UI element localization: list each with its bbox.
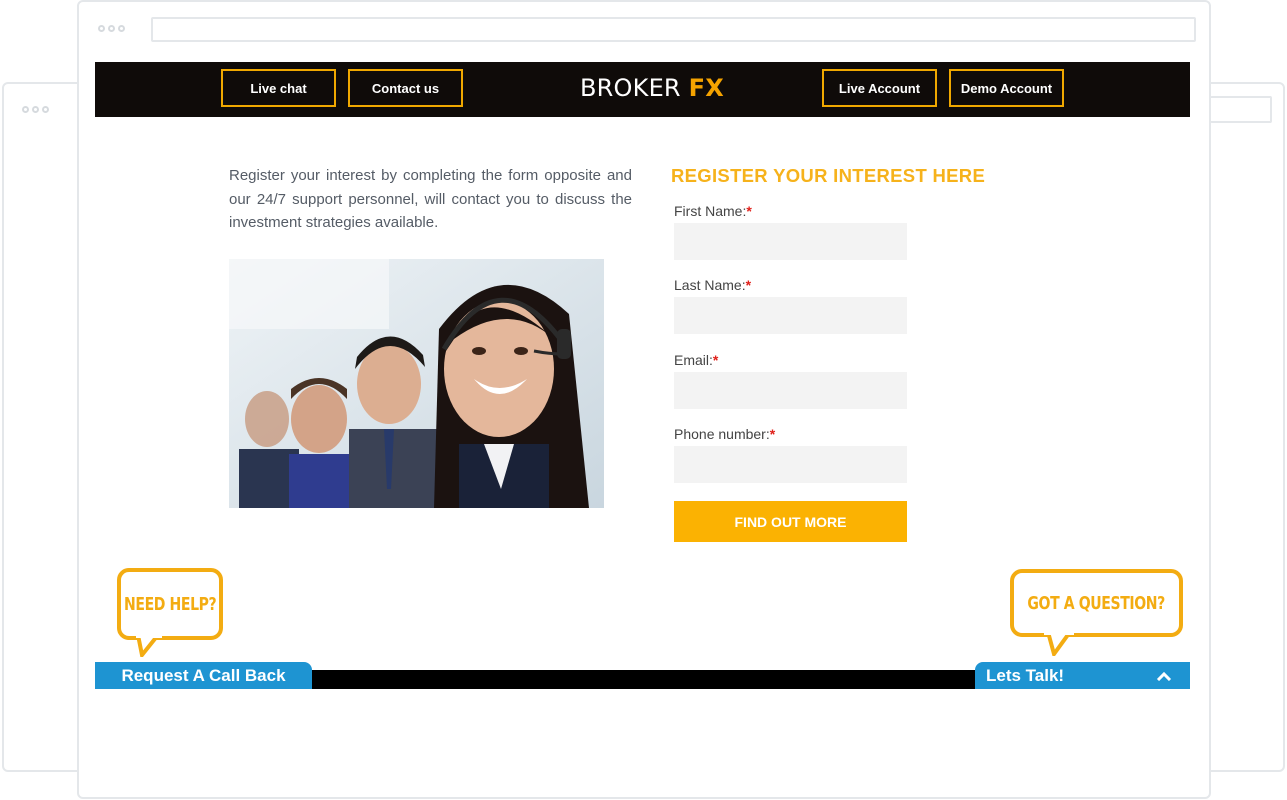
window-dot: [42, 106, 49, 113]
got-a-question-bubble-tail: [1044, 632, 1074, 656]
window-dot: [22, 106, 29, 113]
last-name-label: Last Name:*: [674, 277, 751, 293]
site-header: Live chat Contact us BROKER FX Live Acco…: [95, 62, 1190, 117]
window-controls: [98, 25, 125, 32]
find-out-more-button[interactable]: FIND OUT MORE: [674, 501, 907, 542]
demo-account-button[interactable]: Demo Account: [949, 69, 1064, 107]
address-bar[interactable]: [151, 17, 1196, 42]
required-mark: *: [745, 277, 752, 293]
required-mark: *: [769, 426, 776, 442]
request-a-call-back-tab[interactable]: Request A Call Back: [95, 662, 312, 689]
last-name-label-text: Last Name:: [674, 277, 746, 293]
phone-number-field[interactable]: [674, 446, 907, 483]
got-a-question-bubble[interactable]: GOT A QUESTION?: [1010, 569, 1183, 637]
first-name-field[interactable]: [674, 223, 907, 260]
window-controls-back: [22, 106, 49, 113]
intro-text: Register your interest by completing the…: [229, 167, 632, 231]
phone-number-label: Phone number:*: [674, 426, 775, 442]
contact-us-button[interactable]: Contact us: [348, 69, 463, 107]
first-name-label-text: First Name:: [674, 203, 747, 219]
first-name-label: First Name:*: [674, 203, 752, 219]
window-dot: [98, 25, 105, 32]
live-account-button[interactable]: Live Account: [822, 69, 937, 107]
need-help-bubble[interactable]: NEED HELP?: [117, 568, 223, 640]
live-chat-button[interactable]: Live chat: [221, 69, 336, 107]
form-title: REGISTER YOUR INTEREST HERE: [671, 165, 986, 186]
last-name-field[interactable]: [674, 297, 907, 334]
need-help-text: NEED HELP?: [123, 593, 217, 615]
window-dot: [32, 106, 39, 113]
window-dot: [118, 25, 125, 32]
email-label: Email:*: [674, 352, 718, 368]
required-mark: *: [712, 352, 719, 368]
chevron-up-icon[interactable]: [1156, 671, 1172, 681]
lets-talk-label: Lets Talk!: [986, 665, 1065, 685]
background-address-bar: [1210, 96, 1272, 123]
email-field[interactable]: [674, 372, 907, 409]
logo-text: BROKER: [580, 74, 681, 102]
support-team-illustration: [229, 259, 604, 508]
email-label-text: Email:: [674, 352, 713, 368]
need-help-bubble-tail: [136, 635, 162, 657]
required-mark: *: [746, 203, 752, 219]
support-team-photo: [229, 259, 604, 508]
window-dot: [108, 25, 115, 32]
logo-accent: FX: [688, 74, 724, 102]
lets-talk-tab[interactable]: Lets Talk!: [975, 662, 1190, 689]
request-a-call-back-label: Request A Call Back: [121, 665, 286, 685]
got-a-question-text: GOT A QUESTION?: [1027, 592, 1166, 614]
site-logo[interactable]: BROKER FX: [580, 74, 724, 102]
phone-number-label-text: Phone number:: [674, 426, 770, 442]
